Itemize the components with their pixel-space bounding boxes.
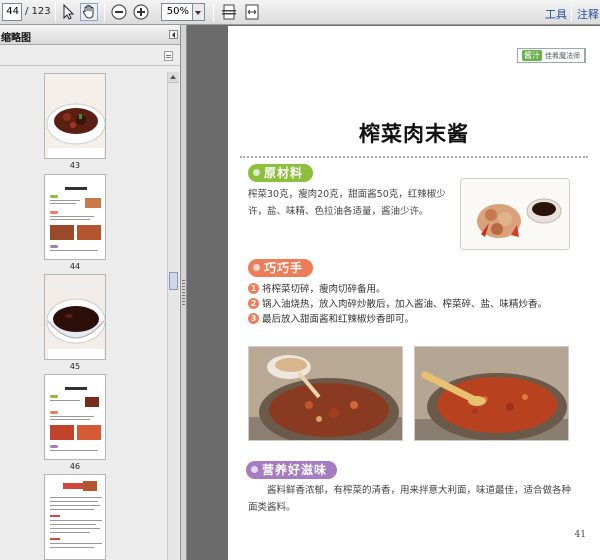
thumbnail-page-label: 46 bbox=[69, 462, 81, 471]
options-menu-icon[interactable] bbox=[164, 51, 173, 61]
thumbnail-page-label: 45 bbox=[69, 362, 81, 371]
thumbnail-options-bar bbox=[0, 46, 180, 66]
toolbar-separator bbox=[104, 3, 105, 21]
comment-menu[interactable]: 注释 bbox=[577, 6, 599, 22]
method-heading: 巧巧手 bbox=[248, 259, 314, 277]
thumbnail-dish-image bbox=[45, 275, 105, 359]
scrollbar-thumb[interactable] bbox=[169, 272, 178, 290]
ingredients-photo bbox=[460, 178, 570, 250]
toolbar-separator bbox=[55, 3, 56, 21]
page-number: 41 bbox=[574, 530, 586, 540]
page-total-label: / 123 bbox=[25, 6, 51, 17]
zoom-dropdown-button[interactable] bbox=[193, 3, 205, 21]
fit-width-icon[interactable] bbox=[243, 3, 261, 21]
wok-sauce-image bbox=[415, 347, 568, 440]
select-arrow-icon[interactable] bbox=[59, 3, 77, 21]
pdf-reader-window: 44 / 123 50% 工具 注释 缩略图 43 44 45 46 酱汁 佳肴… bbox=[0, 0, 600, 560]
thumbnail-page-preview bbox=[45, 475, 105, 559]
method-step: 1 将榨菜切碎，瘦肉切碎备用。 bbox=[248, 281, 386, 295]
toolbar-separator bbox=[571, 3, 572, 21]
method-step: 3 最后放入甜面酱和红辣椒炒香即可。 bbox=[248, 311, 414, 325]
cooking-photo-2 bbox=[414, 346, 569, 441]
tools-menu[interactable]: 工具 bbox=[545, 6, 567, 22]
pdf-page: 酱汁 佳肴魔法师 榨菜肉末酱 原材料 榨菜30克，瘦肉20克，甜面酱50克，红辣… bbox=[228, 26, 600, 560]
page-thumbnail-47[interactable] bbox=[44, 474, 106, 560]
zoom-in-icon[interactable] bbox=[132, 3, 150, 21]
nutrition-text: 酱料鲜香浓郁，有榨菜的清香，用来拌意大利面，味道最佳，适合做各种面类酱料。 bbox=[248, 485, 572, 513]
ingredients-heading: 原材料 bbox=[248, 164, 314, 182]
zoom-out-icon[interactable] bbox=[110, 3, 128, 21]
hand-tool-icon[interactable] bbox=[80, 3, 98, 21]
page-thumbnail-46[interactable] bbox=[44, 374, 106, 460]
toolbar: 44 / 123 50% 工具 注释 bbox=[0, 0, 600, 25]
wok-stirfry-image bbox=[249, 347, 402, 440]
recipe-title: 榨菜肉末酱 bbox=[359, 122, 469, 146]
step-text: 最后放入甜面酱和红辣椒炒香即可。 bbox=[262, 314, 415, 325]
thumbnail-page-label: 43 bbox=[69, 161, 81, 170]
collapse-panel-button[interactable] bbox=[169, 30, 178, 39]
step-number-badge: 1 bbox=[248, 282, 259, 294]
thumbnail-panel-header: 缩略图 bbox=[0, 25, 180, 45]
page-number-input[interactable]: 44 bbox=[2, 3, 22, 21]
step-text: 将榨菜切碎，瘦肉切碎备用。 bbox=[262, 284, 386, 295]
thumbnail-page-preview bbox=[45, 175, 105, 259]
chapter-tag-text: 佳肴魔法师 bbox=[545, 51, 580, 60]
step-number-badge: 3 bbox=[248, 312, 259, 324]
toolbar-separator bbox=[213, 3, 214, 21]
thumbnail-page-preview bbox=[45, 375, 105, 459]
thumbnail-panel-title: 缩略图 bbox=[1, 33, 31, 44]
page-thumbnail-43[interactable] bbox=[44, 73, 106, 159]
chapter-tag: 酱汁 佳肴魔法师 bbox=[517, 48, 586, 63]
splitter-grip-icon bbox=[182, 280, 185, 306]
method-step: 2 锅入油烧热，放入肉碎炒散后，加入酱油、榨菜碎、盐、味精炒香。 bbox=[248, 296, 547, 310]
step-number-badge: 2 bbox=[248, 297, 259, 309]
thumbnail-dish-image bbox=[45, 74, 105, 158]
ingredients-image bbox=[461, 179, 569, 249]
chapter-tag-badge: 酱汁 bbox=[522, 50, 542, 61]
page-thumbnail-45[interactable] bbox=[44, 274, 106, 360]
thumbnail-page-label: 44 bbox=[69, 262, 81, 271]
title-divider bbox=[240, 156, 588, 158]
fit-page-icon[interactable] bbox=[220, 3, 238, 21]
zoom-level-input[interactable]: 50% bbox=[161, 3, 193, 21]
scroll-up-arrow-icon[interactable] bbox=[168, 72, 179, 83]
panel-splitter[interactable] bbox=[181, 25, 187, 560]
thumbnail-panel: 缩略图 43 44 45 46 bbox=[0, 25, 181, 560]
nutrition-heading: 营养好滋味 bbox=[246, 461, 338, 479]
cooking-photo-1 bbox=[248, 346, 403, 441]
page-thumbnail-44[interactable] bbox=[44, 174, 106, 260]
thumbnail-scrollbar[interactable] bbox=[167, 72, 179, 560]
document-view[interactable]: 酱汁 佳肴魔法师 榨菜肉末酱 原材料 榨菜30克，瘦肉20克，甜面酱50克，红辣… bbox=[188, 25, 600, 560]
step-text: 锅入油烧热，放入肉碎炒散后，加入酱油、榨菜碎、盐、味精炒香。 bbox=[262, 299, 548, 310]
ingredients-text: 榨菜30克，瘦肉20克，甜面酱50克，红辣椒少许，盐、味精、色拉油各适量，酱油少… bbox=[248, 189, 446, 217]
